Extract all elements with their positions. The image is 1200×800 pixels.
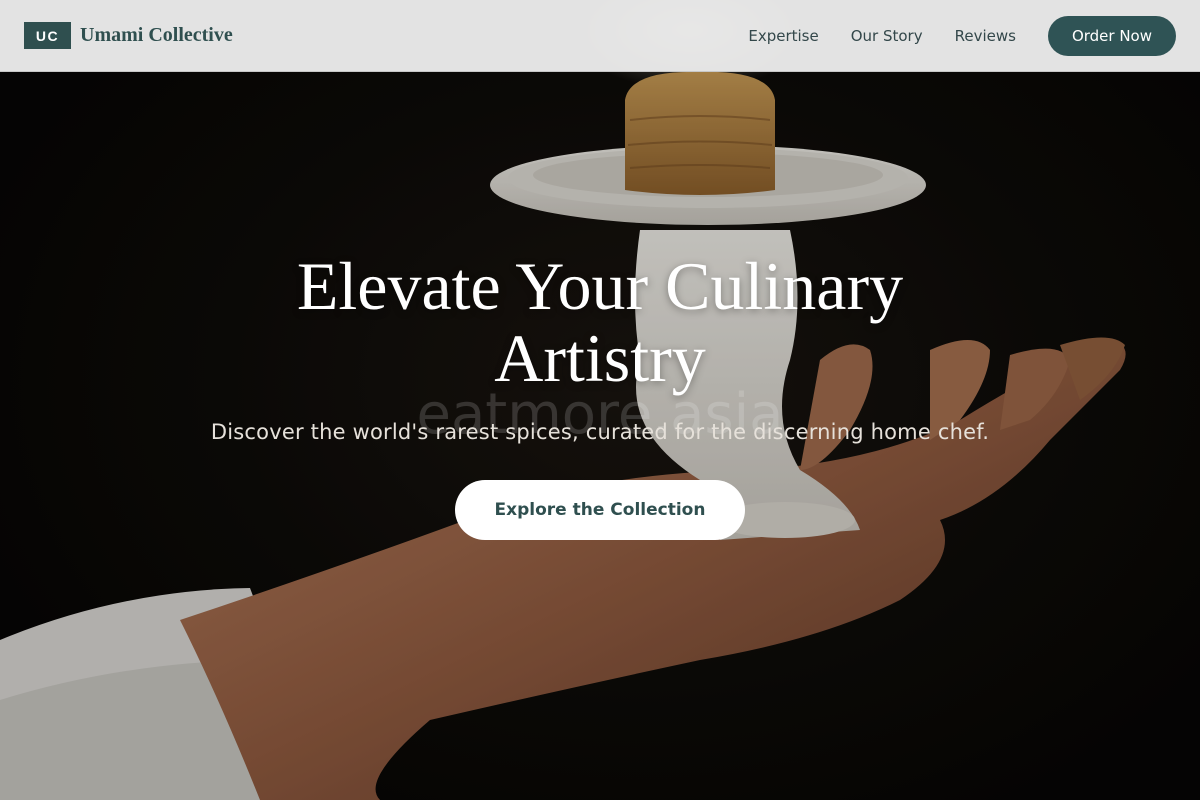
hero-content: Elevate Your Culinary Artistry Discover …	[0, 250, 1200, 540]
hero-title: Elevate Your Culinary Artistry	[296, 248, 904, 396]
hero-subtitle: Discover the world's rarest spices, cura…	[210, 420, 990, 444]
explore-collection-button[interactable]: Explore the Collection	[454, 480, 746, 540]
nav-link-our-story[interactable]: Our Story	[851, 27, 923, 45]
navbar: UC Umami Collective Expertise Our Story …	[0, 0, 1200, 72]
nav-link-reviews[interactable]: Reviews	[955, 27, 1016, 45]
brand-name: Umami Collective	[80, 24, 233, 46]
brand-badge: UC	[24, 22, 71, 49]
nav-link-expertise[interactable]: Expertise	[748, 27, 818, 45]
order-now-button[interactable]: Order Now	[1047, 15, 1176, 56]
nav-links: Expertise Our Story Reviews Order Now	[748, 15, 1176, 56]
brand-logo[interactable]: UC Umami Collective	[24, 22, 233, 49]
